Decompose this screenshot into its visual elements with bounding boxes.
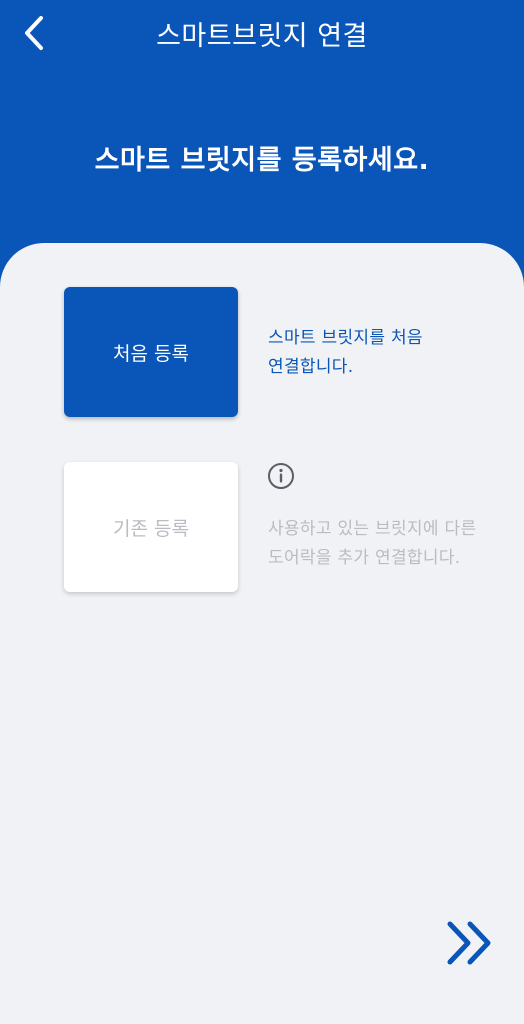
headline: 스마트 브릿지를 등록하세요.	[94, 145, 430, 176]
double-chevron-right-icon	[447, 921, 491, 965]
next-button[interactable]	[442, 918, 498, 968]
new-registration-button[interactable]: 처음 등록	[64, 287, 238, 417]
header: 스마트브릿지 연결	[0, 0, 524, 70]
existing-registration-description-line: 도어락을 추가 연결합니다.	[268, 548, 461, 568]
existing-registration-description-line: 사용하고 있는 브릿지에 다른	[268, 519, 477, 539]
new-registration-description: 스마트 브릿지를 처음 연결합니다.	[268, 324, 508, 382]
existing-registration-description: 사용하고 있는 브릿지에 다른 도어락을 추가 연결합니다.	[268, 515, 508, 573]
new-registration-description-line: 스마트 브릿지를 처음	[268, 328, 423, 348]
new-registration-description-line: 연결합니다.	[268, 357, 354, 377]
screen: 스마트브릿지 연결 스마트 브릿지를 등록하세요. 처음 등록 스마트 브릿지를…	[0, 0, 524, 1024]
existing-registration-button[interactable]: 기존 등록	[64, 462, 238, 592]
new-registration-label: 처음 등록	[113, 342, 189, 365]
page-title: 스마트브릿지 연결	[156, 21, 368, 52]
existing-registration-label: 기존 등록	[113, 517, 189, 540]
info-circle-icon[interactable]	[267, 462, 295, 490]
